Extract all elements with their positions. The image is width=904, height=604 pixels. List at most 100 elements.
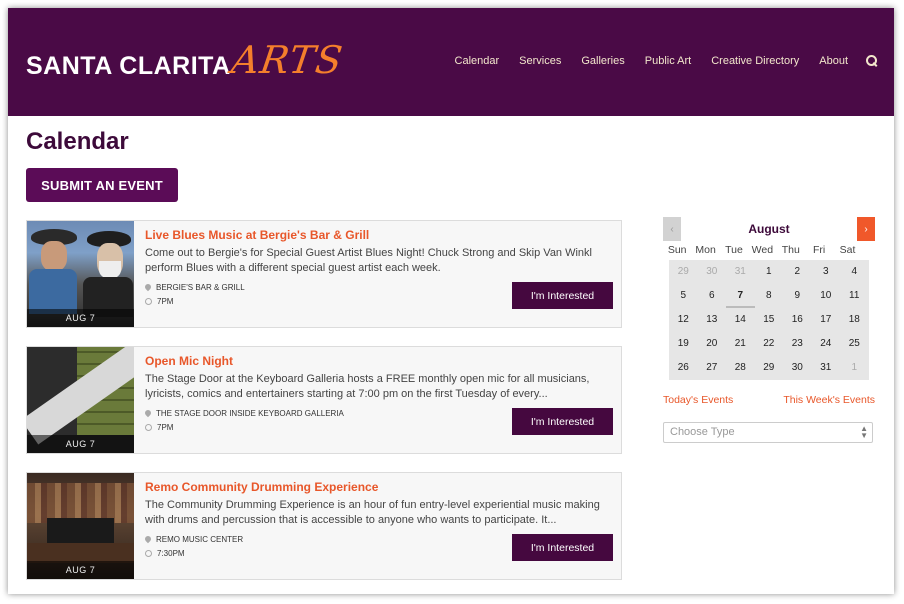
calendar-day-today[interactable]: 7 <box>726 284 755 308</box>
calendar-day[interactable]: 3 <box>812 260 841 284</box>
event-thumbnail[interactable]: AUG 7 <box>27 221 134 327</box>
calendar-week: 26 27 28 29 30 31 1 <box>669 356 869 380</box>
calendar-day[interactable]: 27 <box>698 356 727 380</box>
calendar-day[interactable]: 21 <box>726 332 755 356</box>
event-venue: BERGIE'S BAR & GRILL <box>145 283 245 292</box>
weekday-label: Sat <box>839 244 856 256</box>
event-venue: THE STAGE DOOR INSIDE KEYBOARD GALLERIA <box>145 409 344 418</box>
interested-button[interactable]: I'm Interested <box>512 282 613 309</box>
weekday-label: Tue <box>725 244 743 256</box>
calendar-day[interactable]: 17 <box>812 308 841 332</box>
event-card: AUG 7 Remo Community Drumming Experience… <box>26 472 622 580</box>
main-nav: Calendar Services Galleries Public Art C… <box>435 55 878 67</box>
calendar-week: 19 20 21 22 23 24 25 <box>669 332 869 356</box>
logo-text: SANTA CLARITA <box>26 52 231 80</box>
event-title[interactable]: Open Mic Night <box>145 354 233 368</box>
calendar-day[interactable]: 19 <box>669 332 698 356</box>
calendar-day[interactable]: 26 <box>669 356 698 380</box>
search-icon[interactable] <box>866 55 878 67</box>
event-thumbnail[interactable]: AUG 7 <box>27 347 134 453</box>
calendar-day[interactable]: 24 <box>812 332 841 356</box>
thumb-shape <box>27 483 134 523</box>
calendar-day[interactable]: 11 <box>840 284 869 308</box>
calendar-week: 29 30 31 1 2 3 4 <box>669 260 869 284</box>
nav-public-art[interactable]: Public Art <box>645 55 691 67</box>
event-type-select[interactable]: Choose Type ▲ ▼ <box>663 422 873 443</box>
event-title[interactable]: Live Blues Music at Bergie's Bar & Grill <box>145 228 369 242</box>
calendar-day[interactable]: 14 <box>726 308 755 332</box>
nav-galleries[interactable]: Galleries <box>581 55 624 67</box>
calendar-day[interactable]: 30 <box>783 356 812 380</box>
mini-calendar: ‹ August › Sun Mon Tue Wed Thu Fri Sat 2… <box>663 217 875 380</box>
nav-about[interactable]: About <box>819 55 848 67</box>
clock-icon <box>145 424 152 431</box>
event-date: AUG 7 <box>27 561 134 579</box>
calendar-day[interactable]: 31 <box>726 260 755 284</box>
interested-button[interactable]: I'm Interested <box>512 408 613 435</box>
calendar-header: ‹ August › <box>663 217 875 242</box>
calendar-day[interactable]: 28 <box>726 356 755 380</box>
todays-events-link[interactable]: Today's Events <box>663 394 733 406</box>
nav-calendar[interactable]: Calendar <box>455 55 500 67</box>
select-arrows-icon: ▲ ▼ <box>860 424 868 440</box>
calendar-day[interactable]: 31 <box>812 356 841 380</box>
time-label: 7:30PM <box>157 549 185 558</box>
logo-accent-text: ARTS <box>228 38 346 82</box>
event-time: 7:30PM <box>145 549 185 558</box>
event-card: AUG 7 Open Mic Night The Stage Door at t… <box>26 346 622 454</box>
event-description: Come out to Bergie's for Special Guest A… <box>145 247 592 274</box>
calendar-day[interactable]: 30 <box>698 260 727 284</box>
calendar-day[interactable]: 29 <box>755 356 784 380</box>
calendar-day[interactable]: 13 <box>698 308 727 332</box>
calendar-grid: 29 30 31 1 2 3 4 5 6 7 8 9 10 11 12 13 1… <box>669 260 869 380</box>
thumb-shape <box>41 241 67 271</box>
calendar-day[interactable]: 18 <box>840 308 869 332</box>
location-pin-icon <box>145 536 151 544</box>
calendar-day[interactable]: 16 <box>783 308 812 332</box>
calendar-day[interactable]: 6 <box>698 284 727 308</box>
next-month-button[interactable]: › <box>857 217 875 241</box>
calendar-day[interactable]: 5 <box>669 284 698 308</box>
location-pin-icon <box>145 284 151 292</box>
weekday-label: Wed <box>751 244 774 256</box>
event-thumbnail[interactable]: AUG 7 <box>27 473 134 579</box>
event-venue: REMO MUSIC CENTER <box>145 535 243 544</box>
calendar-day[interactable]: 10 <box>812 284 841 308</box>
weekday-label: Fri <box>813 244 826 256</box>
venue-label: BERGIE'S BAR & GRILL <box>156 283 245 292</box>
calendar-day[interactable]: 4 <box>840 260 869 284</box>
location-pin-icon <box>145 410 151 418</box>
venue-label: THE STAGE DOOR INSIDE KEYBOARD GALLERIA <box>156 409 344 418</box>
submit-event-button[interactable]: SUBMIT AN EVENT <box>26 168 178 202</box>
calendar-day[interactable]: 22 <box>755 332 784 356</box>
calendar-day[interactable]: 9 <box>783 284 812 308</box>
event-date: AUG 7 <box>27 435 134 453</box>
calendar-day[interactable]: 25 <box>840 332 869 356</box>
weekday-label: Mon <box>695 244 716 256</box>
calendar-day[interactable]: 1 <box>840 356 869 380</box>
event-time: 7PM <box>145 297 173 306</box>
event-title[interactable]: Remo Community Drumming Experience <box>145 480 378 494</box>
thumb-shape <box>27 543 134 563</box>
calendar-day[interactable]: 2 <box>783 260 812 284</box>
page-title: Calendar <box>26 128 129 155</box>
calendar-week: 12 13 14 15 16 17 18 <box>669 308 869 332</box>
calendar-day[interactable]: 20 <box>698 332 727 356</box>
calendar-day[interactable]: 23 <box>783 332 812 356</box>
site-header: SANTA CLARITA ARTS Calendar Services Gal… <box>8 8 894 116</box>
calendar-day[interactable]: 1 <box>755 260 784 284</box>
calendar-weekdays: Sun Mon Tue Wed Thu Fri Sat <box>663 244 875 260</box>
select-placeholder: Choose Type <box>670 426 735 438</box>
calendar-day[interactable]: 15 <box>755 308 784 332</box>
calendar-day[interactable]: 29 <box>669 260 698 284</box>
weekday-label: Sun <box>667 244 687 256</box>
interested-button[interactable]: I'm Interested <box>512 534 613 561</box>
calendar-day[interactable]: 12 <box>669 308 698 332</box>
calendar-day[interactable]: 8 <box>755 284 784 308</box>
nav-creative-directory[interactable]: Creative Directory <box>711 55 799 67</box>
clock-icon <box>145 550 152 557</box>
venue-label: REMO MUSIC CENTER <box>156 535 244 544</box>
calendar-month: August <box>748 222 790 236</box>
nav-services[interactable]: Services <box>519 55 561 67</box>
this-weeks-events-link[interactable]: This Week's Events <box>783 394 875 406</box>
